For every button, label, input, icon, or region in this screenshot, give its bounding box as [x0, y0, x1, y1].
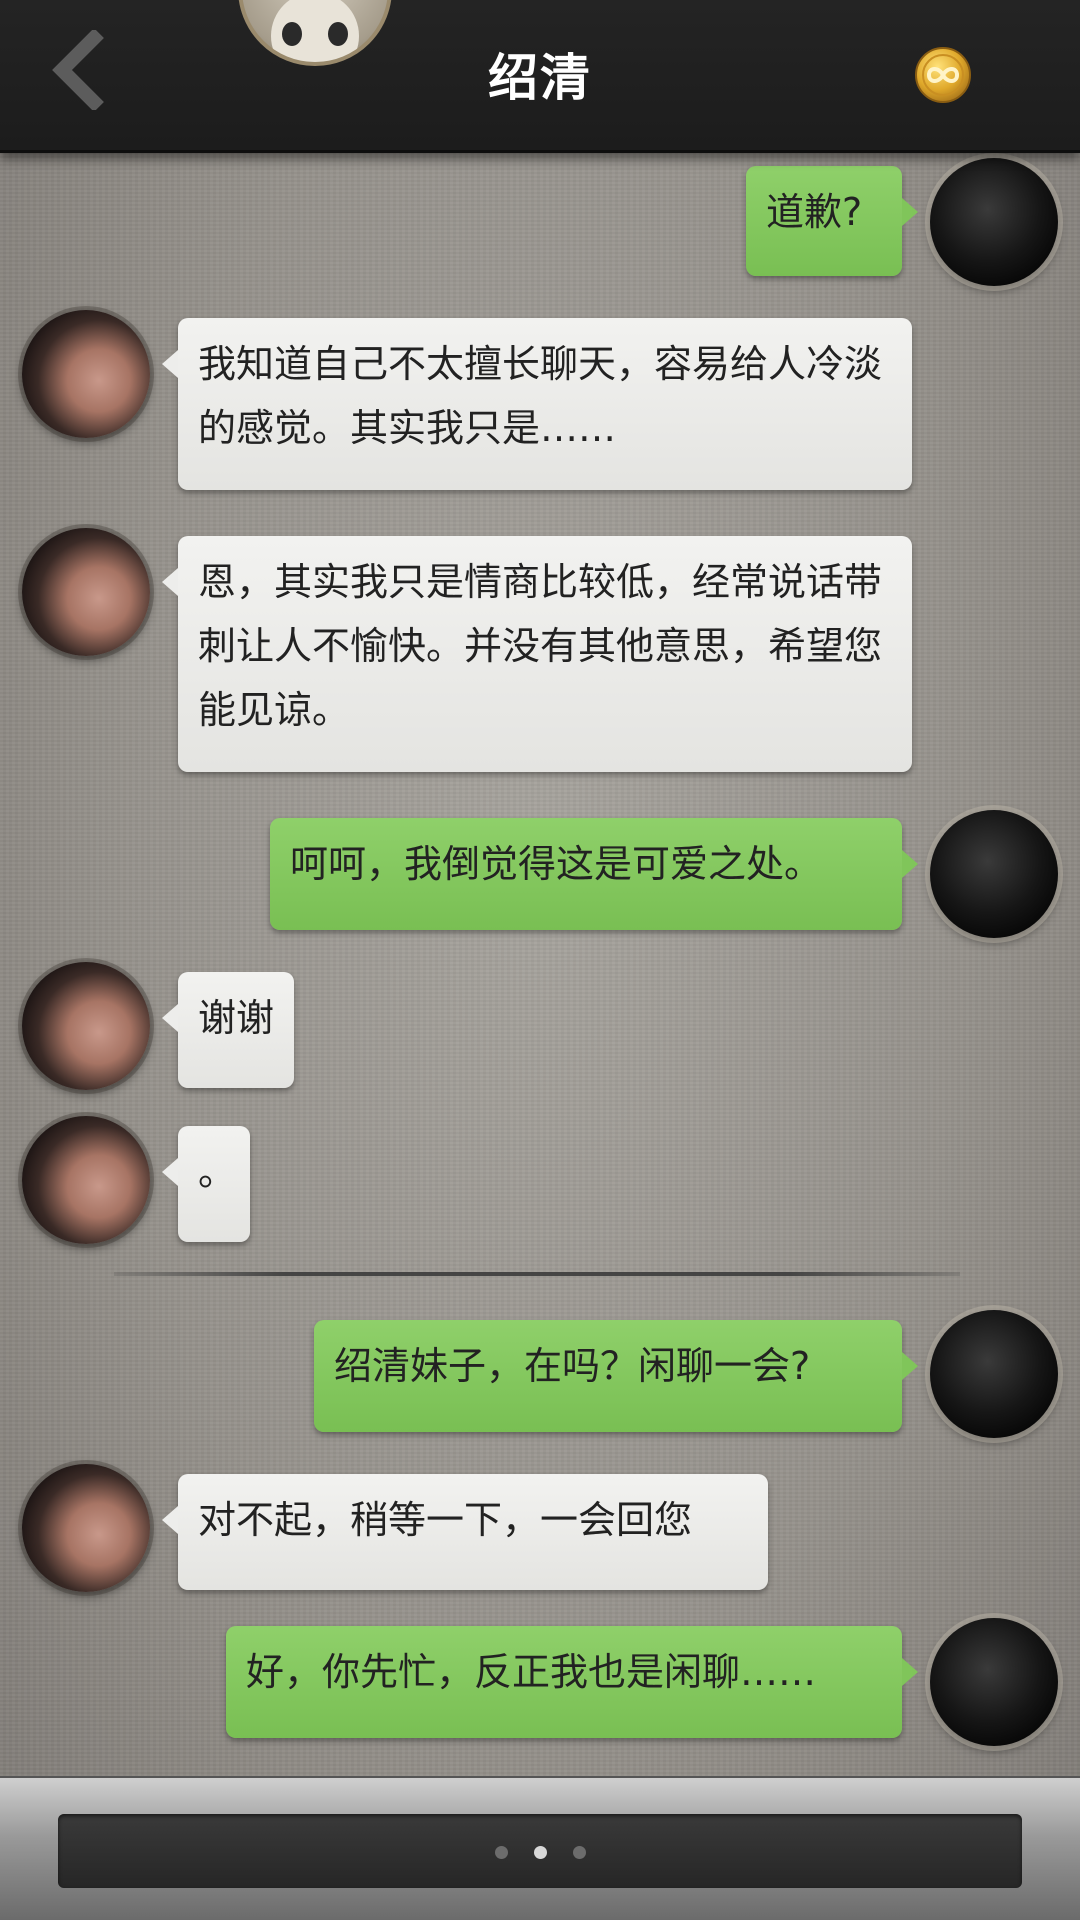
chat-screen: 绍清 道歉? 我知道自己不太擅长聊天，容易给人冷淡的感觉。其实我只是…… 恩，其 — [0, 0, 1080, 1920]
reply-options-panel[interactable] — [58, 1814, 1022, 1888]
my-avatar[interactable] — [930, 1310, 1058, 1438]
contact-message-bubble[interactable]: 谢谢 — [162, 972, 294, 1088]
page-dot-active[interactable] — [533, 1846, 547, 1859]
contact-message-bubble[interactable]: 恩，其实我只是情商比较低，经常说话带刺让人不愉快。并没有其他意思，希望您能见谅。 — [162, 536, 912, 772]
contact-avatar[interactable] — [22, 962, 150, 1090]
my-avatar[interactable] — [930, 1618, 1058, 1746]
chat-header: 绍清 — [0, 0, 1080, 153]
page-dot[interactable] — [572, 1846, 586, 1859]
contact-message-bubble[interactable]: 。 — [162, 1126, 250, 1242]
contact-avatar[interactable] — [22, 310, 150, 438]
contact-avatar[interactable] — [22, 528, 150, 656]
infinity-coin-icon[interactable] — [914, 46, 972, 104]
my-avatar[interactable] — [930, 158, 1058, 286]
page-dot[interactable] — [494, 1846, 508, 1859]
page-indicator — [58, 1844, 1022, 1863]
my-message-bubble[interactable]: 道歉? — [746, 166, 918, 276]
contact-message-bubble[interactable]: 我知道自己不太擅长聊天，容易给人冷淡的感觉。其实我只是…… — [162, 318, 912, 490]
session-divider — [114, 1272, 960, 1276]
my-message-bubble[interactable]: 呵呵，我倒觉得这是可爱之处。 — [270, 818, 918, 930]
contact-message-bubble[interactable]: 对不起，稍等一下，一会回您 — [162, 1474, 768, 1590]
reply-options-bar — [0, 1776, 1080, 1920]
contact-avatar[interactable] — [22, 1464, 150, 1592]
my-message-bubble[interactable]: 绍清妹子，在吗？闲聊一会? — [314, 1320, 918, 1432]
contact-avatar[interactable] — [22, 1116, 150, 1244]
my-avatar[interactable] — [930, 810, 1058, 938]
my-message-bubble[interactable]: 好，你先忙，反正我也是闲聊…… — [226, 1626, 918, 1738]
